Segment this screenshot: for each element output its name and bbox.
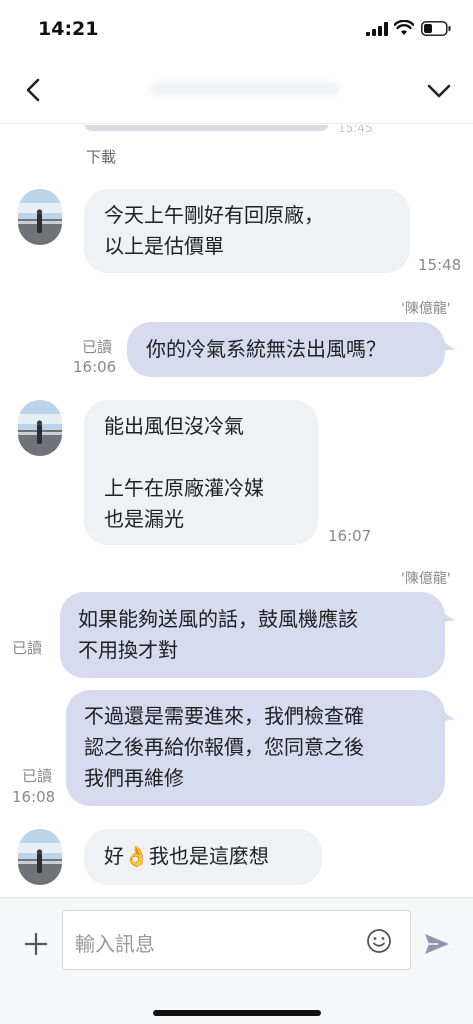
bubble-tail [440,608,456,622]
chat-area[interactable]: 15:45 下載 今天上午剛好有回原廠， 以上是估價單 15:48 '陳億龍' … [0,125,473,897]
chevron-down-icon[interactable] [424,76,454,104]
sender-name: '陳億龍' [401,301,451,317]
read-receipt: 已讀 [12,639,43,657]
message-bubble-incoming[interactable]: 今天上午剛好有回原廠， 以上是估價單 [84,189,410,273]
signal-icon [366,22,388,36]
message-text: 你的冷氣系統無法出風嗎？ [146,337,386,361]
avatar[interactable] [18,400,62,456]
plus-icon[interactable] [24,932,48,956]
message-text-end: 我也是這麼想 [148,844,269,868]
message-time: 16:07 [328,527,372,545]
avatar[interactable] [18,829,62,885]
message-bubble-incoming[interactable]: 好👌我也是這麼想 [84,829,322,885]
message-bubble-outgoing[interactable]: 不過還是需要進來，我們檢查確 認之後再給你報價，您同意之後 我們再維修 [66,690,445,806]
bubble-tail [440,337,456,351]
avatar-photo [18,189,62,245]
message-text: 能出風但沒冷氣 上午在原廠灌冷媒 也是漏光 [104,414,264,531]
home-indicator [153,1010,321,1016]
message-text: 如果能夠送風的話，鼓風機應該 不用換才對 [78,607,358,662]
read-receipt: 已讀 [82,338,113,356]
previous-file-preview[interactable] [84,125,329,131]
status-time: 14:21 [38,18,99,40]
avatar-photo [18,400,62,456]
message-input[interactable]: 輸入訊息 [62,910,411,970]
message-text: 今天上午剛好有回原廠， 以上是估價單 [104,203,324,258]
emoji-icon[interactable] [366,928,392,954]
message-time: 16:08 [12,788,56,806]
chat-header [0,58,473,124]
status-bar: 14:21 [0,0,473,58]
message-text: 好👌我也是這麼想 [104,841,269,872]
message-time: 16:06 [73,358,117,376]
ok-hand-emoji: 👌 [124,844,149,868]
message-bubble-outgoing[interactable]: 你的冷氣系統無法出風嗎？ [127,322,445,377]
download-link[interactable]: 下載 [86,146,116,167]
message-text: 不過還是需要進來，我們檢查確 認之後再給你報價，您同意之後 我們再維修 [84,704,364,790]
message-input-placeholder: 輸入訊息 [75,932,155,956]
bubble-tail [440,707,456,721]
message-text-start: 好 [104,844,124,868]
read-receipt: 已讀 [22,767,53,785]
avatar-photo [18,829,62,885]
sender-name: '陳億龍' [401,571,451,587]
message-bubble-incoming[interactable]: 能出風但沒冷氣 上午在原廠灌冷媒 也是漏光 [84,400,318,545]
chat-title [150,82,340,96]
battery-icon [421,21,451,36]
back-icon[interactable] [22,76,46,104]
previous-message-time: 15:45 [338,125,373,135]
send-icon[interactable] [424,932,450,956]
message-bubble-outgoing[interactable]: 如果能夠送風的話，鼓風機應該 不用換才對 [60,592,445,678]
message-time: 15:48 [418,256,462,274]
message-input-bar: 輸入訊息 [0,897,473,1024]
wifi-icon [394,20,414,35]
avatar[interactable] [18,189,62,245]
